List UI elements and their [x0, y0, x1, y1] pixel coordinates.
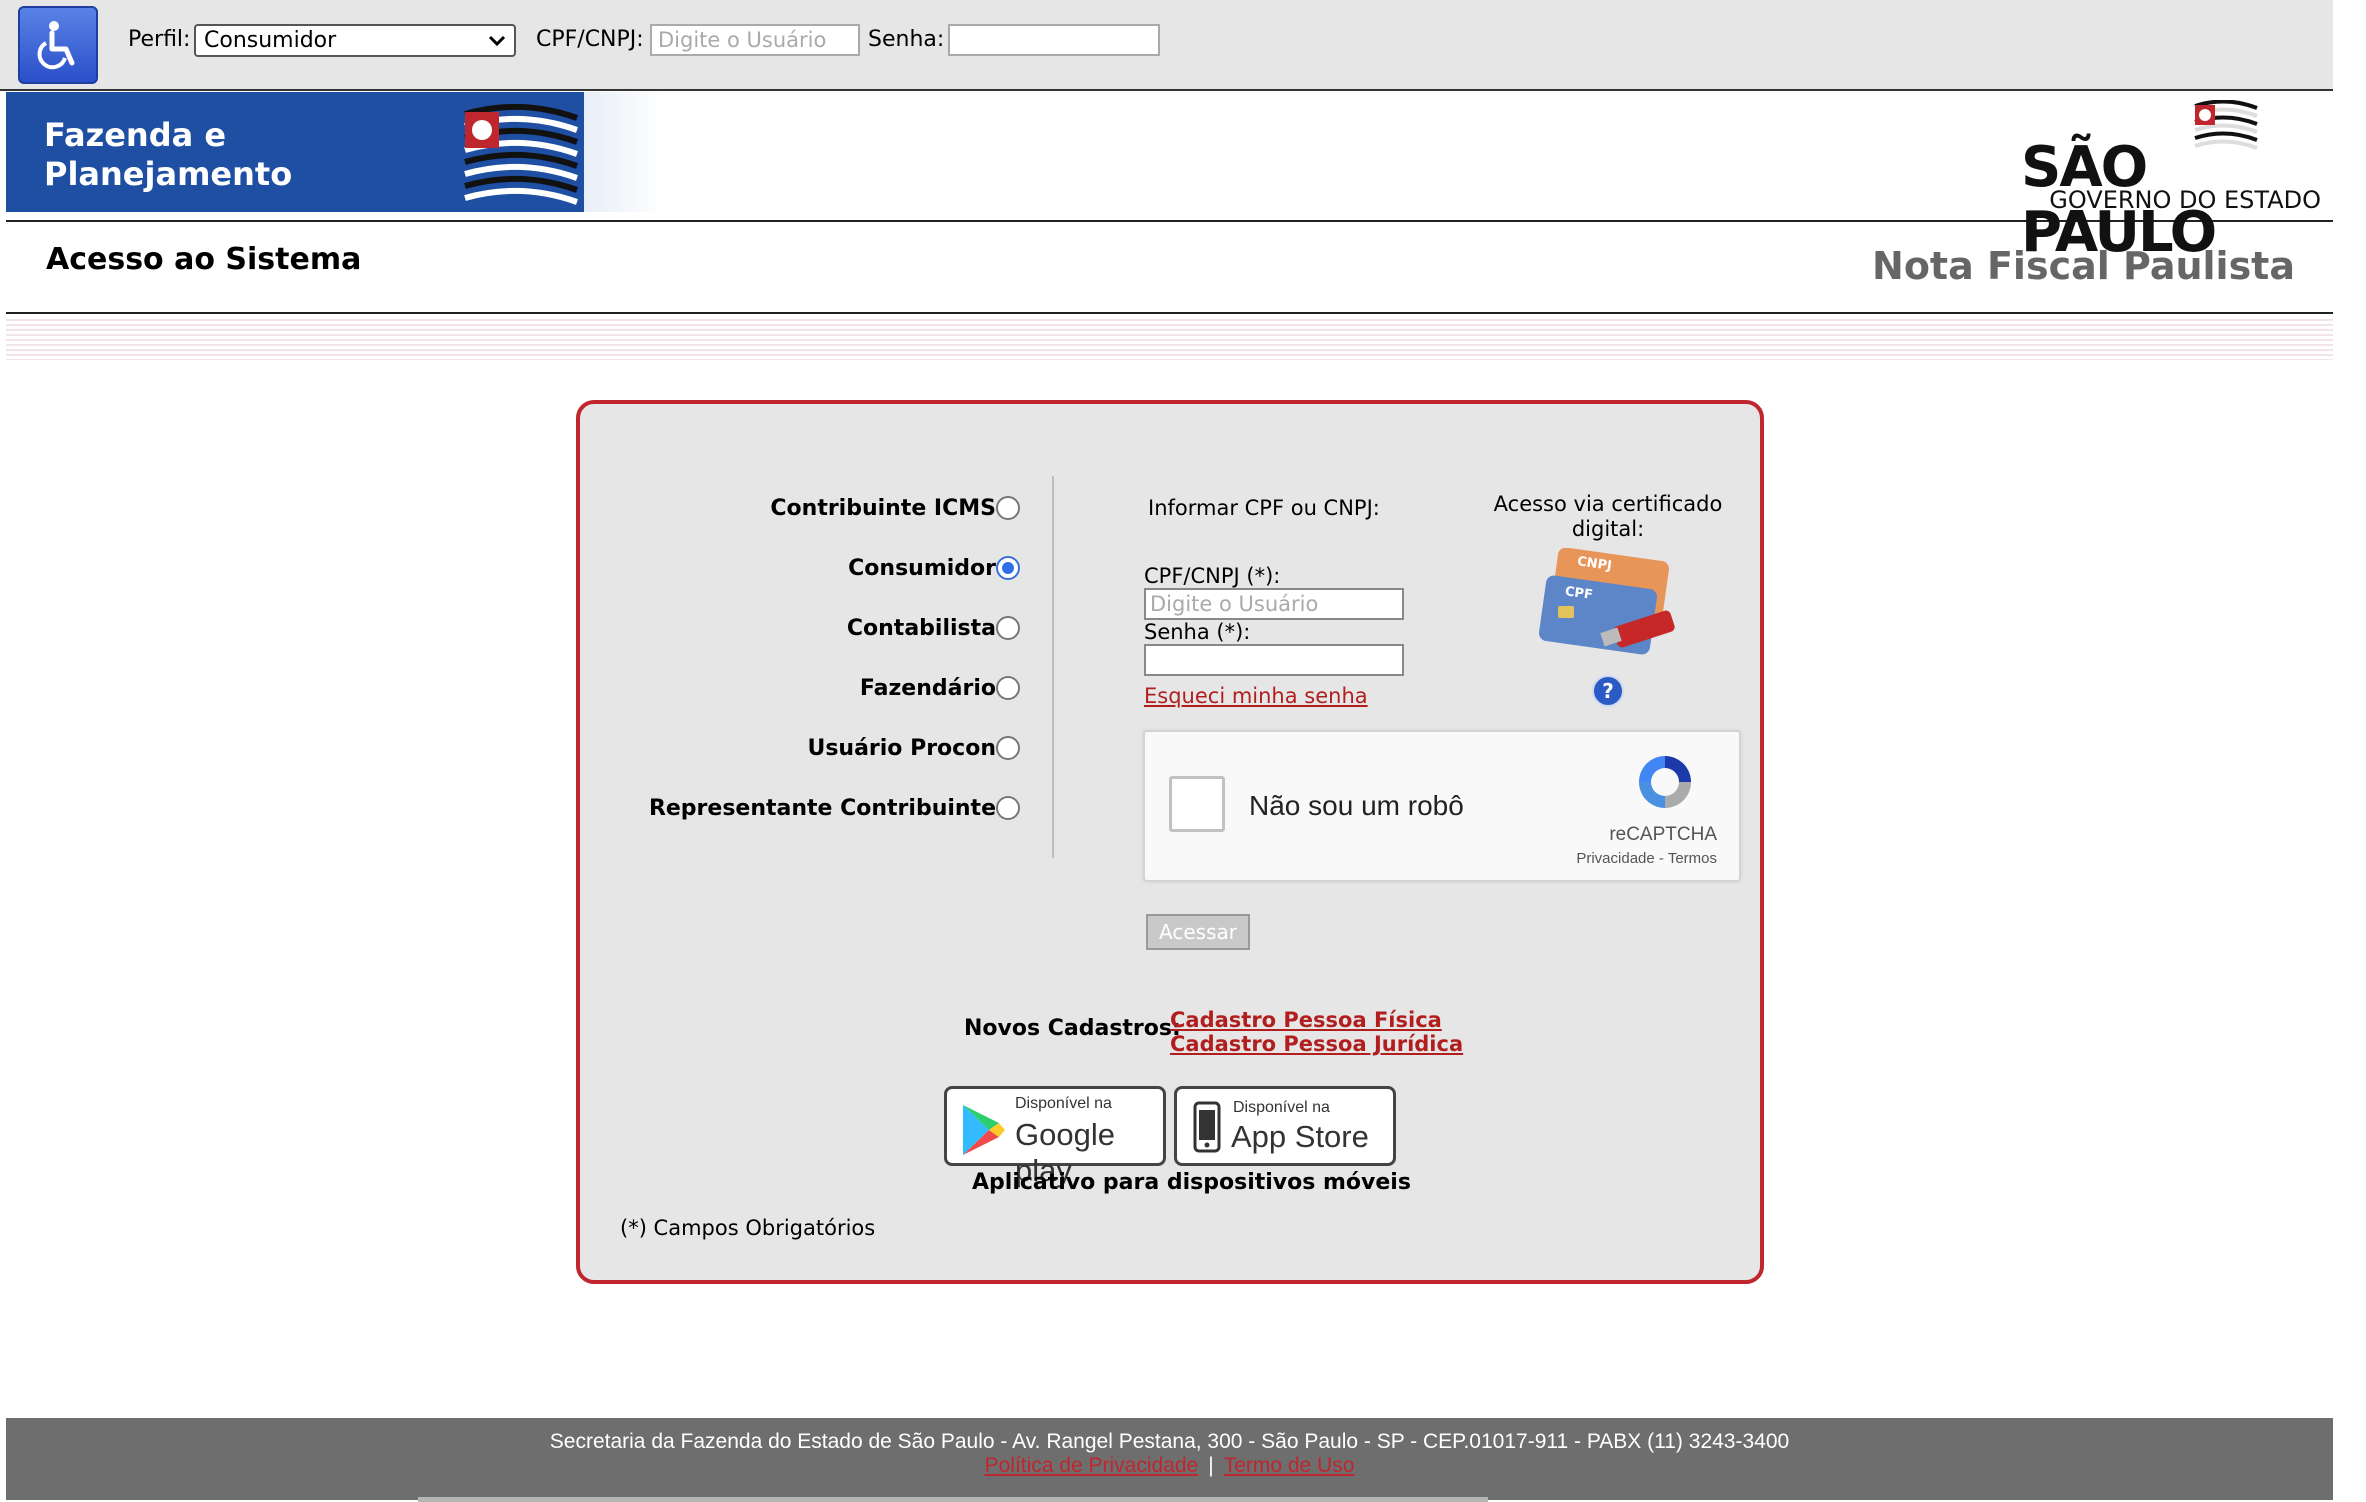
- fazenda-line1: Fazenda e: [44, 116, 227, 154]
- profile-label: Contabilista: [846, 615, 996, 641]
- senha-label: Senha:: [868, 27, 945, 52]
- forgot-password-link[interactable]: Esqueci minha senha: [1144, 684, 1368, 708]
- top-bar: Perfil: Consumidor CPF/CNPJ: Senha:: [0, 0, 2333, 91]
- decorative-stripes: [6, 316, 2333, 360]
- app-store-big-text: App Store: [1231, 1119, 1369, 1154]
- profile-option-fazendario[interactable]: Fazendário: [860, 673, 1020, 703]
- profile-label: Consumidor: [848, 555, 996, 581]
- perfil-select-value: Consumidor: [204, 28, 337, 53]
- google-play-icon: [963, 1105, 1005, 1155]
- top-cpf-input[interactable]: [650, 24, 860, 56]
- google-play-small-text: Disponível na: [1015, 1095, 1112, 1112]
- fazenda-logo: Fazenda e Planejamento: [6, 92, 584, 212]
- phone-icon: [1193, 1101, 1221, 1153]
- submit-button[interactable]: Acessar: [1146, 914, 1250, 950]
- horizontal-scrollbar[interactable]: [418, 1497, 1488, 1502]
- profile-option-representante[interactable]: Representante Contribuinte: [649, 793, 1020, 823]
- help-icon[interactable]: ?: [1591, 674, 1625, 708]
- password-input[interactable]: [1144, 644, 1404, 676]
- app-store-small-text: Disponível na: [1233, 1099, 1330, 1116]
- cpf-label: CPF/CNPJ:: [536, 27, 644, 52]
- certificate-access: Acesso via certificado digital: CNPJ CPF…: [1490, 492, 1726, 708]
- chevron-down-icon: [488, 35, 506, 46]
- recaptcha-checkbox[interactable]: [1169, 776, 1225, 832]
- sp-logo-subtitle: GOVERNO DO ESTADO: [2049, 186, 2321, 214]
- svg-text:?: ?: [1602, 679, 1614, 703]
- top-password-input[interactable]: [948, 24, 1160, 56]
- cpf-field-label: CPF/CNPJ (*):: [1144, 564, 1281, 588]
- radio-fazendario[interactable]: [996, 676, 1020, 700]
- recaptcha-privacy-link[interactable]: Privacidade: [1576, 850, 1654, 867]
- cadastro-pessoa-juridica-link[interactable]: Cadastro Pessoa Jurídica: [1170, 1032, 1463, 1056]
- recaptcha-label: Não sou um robô: [1249, 790, 1464, 821]
- sp-flag-icon: [464, 104, 579, 205]
- cpf-input[interactable]: [1144, 588, 1404, 620]
- recaptcha-widget: Não sou um robô reCAPTCHA Privacidade - …: [1143, 730, 1741, 882]
- required-fields-note: (*) Campos Obrigatórios: [620, 1216, 876, 1240]
- senha-field-label: Senha (*):: [1144, 620, 1251, 644]
- right-gutter: [2333, 0, 2366, 1502]
- login-panel: Contribuinte ICMS Consumidor Contabilist…: [576, 400, 1764, 1284]
- certificate-label: Acesso via certificado digital:: [1493, 492, 1723, 541]
- new-registrations-label: Novos Cadastros:: [964, 1016, 1181, 1041]
- footer: Secretaria da Fazenda do Estado de São P…: [6, 1418, 2333, 1500]
- apps-caption: Aplicativo para dispositivos móveis: [972, 1170, 1411, 1195]
- fazenda-line2: Planejamento: [44, 155, 293, 193]
- page: { "topbar": { "perfil_label": "Perfil:",…: [0, 0, 2366, 1502]
- page-title: Acesso ao Sistema: [46, 242, 362, 277]
- header-banner: Fazenda e Planejamento SÃO PAULO GOVERNO…: [6, 92, 2333, 265]
- digital-certificate-icon[interactable]: CNPJ CPF: [1528, 547, 1688, 668]
- profile-option-contribuinte-icms[interactable]: Contribuinte ICMS: [770, 493, 1020, 523]
- footer-address: Secretaria da Fazenda do Estado de São P…: [549, 1430, 1790, 1453]
- terms-of-use-link[interactable]: Termo de Uso: [1224, 1454, 1355, 1477]
- vertical-divider: [1052, 476, 1054, 858]
- recaptcha-logo-icon: [1639, 756, 1691, 808]
- recaptcha-links: Privacidade - Termos: [1576, 850, 1717, 867]
- profile-option-usuario-procon[interactable]: Usuário Procon: [807, 733, 1020, 763]
- recaptcha-brand: reCAPTCHA: [1609, 824, 1717, 845]
- profile-label: Usuário Procon: [807, 735, 996, 761]
- title-row: Acesso ao Sistema Nota Fiscal Paulista: [6, 222, 2333, 314]
- login-heading: Informar CPF ou CNPJ:: [1148, 496, 1380, 520]
- sao-paulo-logo: SÃO PAULO GOVERNO DO ESTADO: [2021, 100, 2321, 265]
- system-title: Nota Fiscal Paulista: [1872, 244, 2295, 288]
- cadastro-pessoa-fisica-link[interactable]: Cadastro Pessoa Física: [1170, 1008, 1442, 1032]
- profile-option-contabilista[interactable]: Contabilista: [847, 613, 1020, 643]
- app-store-badge[interactable]: Disponível na App Store: [1174, 1086, 1396, 1166]
- radio-consumidor[interactable]: [996, 556, 1020, 580]
- radio-representante-contribuinte[interactable]: [996, 796, 1020, 820]
- profile-option-consumidor[interactable]: Consumidor: [848, 553, 1020, 583]
- profile-label: Fazendário: [859, 675, 996, 701]
- profile-label: Representante Contribuinte: [648, 795, 996, 821]
- radio-contribuinte-icms[interactable]: [996, 496, 1020, 520]
- footer-links: Política de Privacidade | Termo de Uso: [6, 1454, 2333, 1478]
- perfil-select[interactable]: Consumidor: [194, 24, 516, 57]
- radio-contabilista[interactable]: [996, 616, 1020, 640]
- footer-separator: |: [1208, 1454, 1214, 1477]
- recaptcha-terms-link[interactable]: Termos: [1668, 850, 1717, 867]
- privacy-policy-link[interactable]: Política de Privacidade: [985, 1454, 1199, 1477]
- radio-usuario-procon[interactable]: [996, 736, 1020, 760]
- google-play-badge[interactable]: Disponível na Google play: [944, 1086, 1166, 1188]
- accessibility-icon[interactable]: [18, 6, 98, 84]
- perfil-label: Perfil:: [128, 27, 191, 52]
- profile-label: Contribuinte ICMS: [770, 495, 996, 521]
